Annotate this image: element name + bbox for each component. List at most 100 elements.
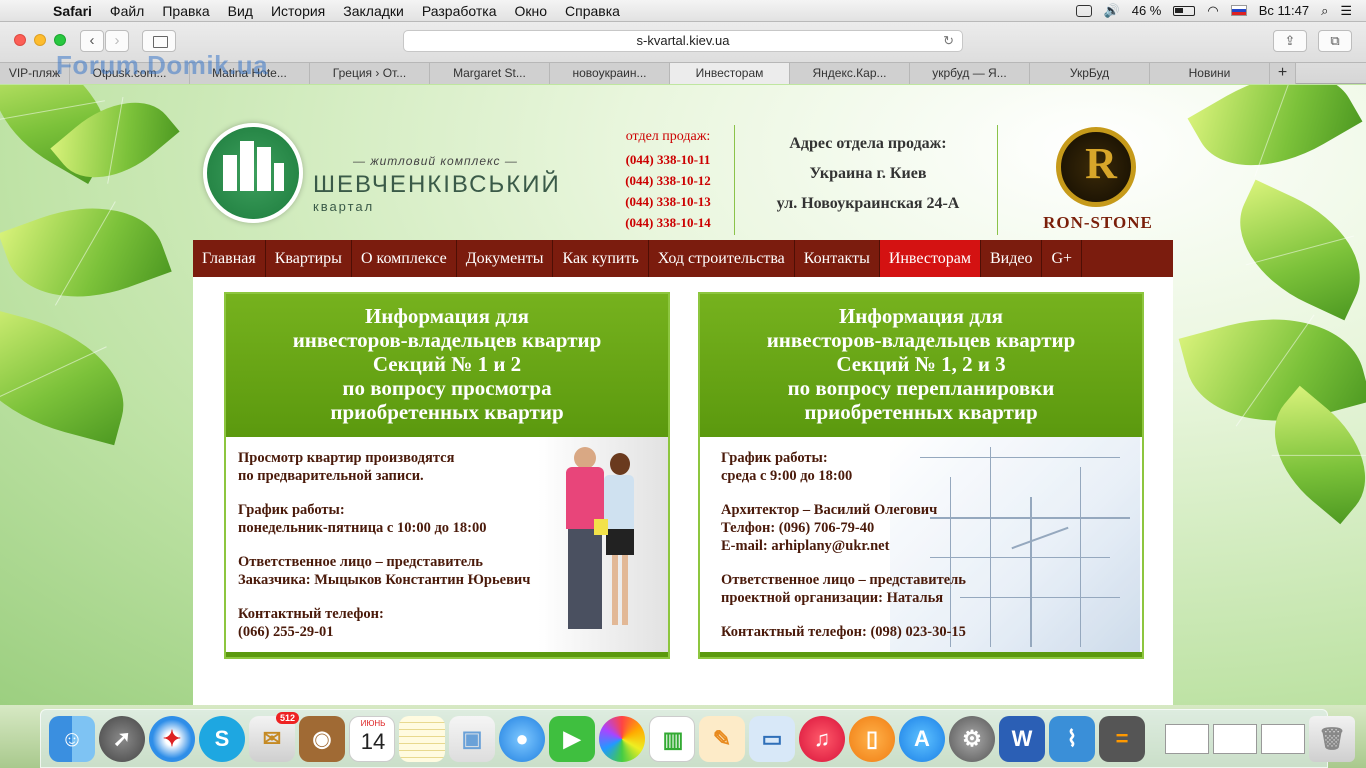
app-store-icon[interactable]: A bbox=[899, 715, 945, 762]
zoom-window-button[interactable] bbox=[54, 34, 66, 46]
dock: ☺ ➚ ✦ S ✉ 512 ◉ ИЮНЬ 14 ▣ ● ▶ ▥ ✎ ▭ ♫ ▯ A… bbox=[40, 709, 1355, 768]
site-logo-icon[interactable] bbox=[203, 123, 303, 223]
menu-bookmarks[interactable]: Закладки bbox=[334, 0, 413, 22]
tab-yandex-maps[interactable]: Яндекс.Кар... bbox=[790, 63, 910, 84]
preview-icon[interactable]: ▣ bbox=[449, 715, 495, 762]
launchpad-icon[interactable]: ➚ bbox=[99, 715, 145, 762]
menu-history[interactable]: История bbox=[262, 0, 334, 22]
back-button[interactable]: ‹ bbox=[80, 30, 104, 52]
sales-phone: (044) 338-10-12 bbox=[625, 173, 711, 188]
new-tab-button[interactable]: + bbox=[1270, 63, 1296, 84]
menu-develop[interactable]: Разработка bbox=[413, 0, 506, 22]
info-card-replanning: Информация для инвесторов-владельцев ква… bbox=[698, 292, 1144, 659]
close-window-button[interactable] bbox=[14, 34, 26, 46]
logo-title[interactable]: ШЕВЧЕНКІВСЬКИЙ bbox=[313, 171, 561, 199]
tab-matina[interactable]: Matina Hote... bbox=[190, 63, 310, 84]
nav-video[interactable]: Видео bbox=[981, 240, 1043, 277]
card-title-line: инвесторов-владельцев квартир bbox=[766, 328, 1076, 352]
menu-edit[interactable]: Правка bbox=[153, 0, 218, 22]
numbers-icon[interactable]: ▥ bbox=[649, 715, 695, 762]
screen-time-icon[interactable] bbox=[1075, 4, 1092, 17]
notification-center-icon[interactable]: ☰ bbox=[1340, 3, 1352, 19]
ibooks-icon[interactable]: ▯ bbox=[849, 715, 895, 762]
calendar-icon[interactable]: ИЮНЬ 14 bbox=[349, 715, 395, 762]
menu-file[interactable]: Файл bbox=[101, 0, 153, 22]
contact-phone: Контактный телефон: (066) 255-29-01 bbox=[238, 606, 384, 640]
nav-home[interactable]: Главная bbox=[193, 240, 266, 277]
messages-icon[interactable]: ● bbox=[499, 715, 545, 762]
contacts-icon[interactable]: ◉ bbox=[299, 715, 345, 762]
address-street: ул. Новоукраинская 24-А bbox=[776, 195, 960, 212]
finder-icon[interactable]: ☺ bbox=[49, 715, 95, 762]
wifi-icon[interactable]: ◠ bbox=[1207, 3, 1218, 19]
reload-icon[interactable]: ↻ bbox=[943, 31, 954, 51]
minimized-window-thumbnail[interactable] bbox=[1213, 723, 1257, 754]
share-button[interactable]: ⇪ bbox=[1273, 30, 1307, 52]
content-area: Информация для инвесторов-владельцев ква… bbox=[193, 277, 1173, 705]
nav-contacts[interactable]: Контакты bbox=[795, 240, 880, 277]
leaf-decoration bbox=[0, 182, 172, 323]
spotlight-search-icon[interactable]: ⌕ bbox=[1321, 3, 1328, 19]
tab-greece[interactable]: Греция › От... bbox=[310, 63, 430, 84]
minimize-window-button[interactable] bbox=[34, 34, 46, 46]
nav-how-to-buy[interactable]: Как купить bbox=[553, 240, 649, 277]
skype-icon[interactable]: S bbox=[199, 715, 245, 762]
menu-clock[interactable]: Вс 11:47 bbox=[1259, 3, 1309, 18]
menu-view[interactable]: Вид bbox=[219, 0, 262, 22]
input-source-flag-icon[interactable] bbox=[1230, 5, 1247, 16]
nav-investors[interactable]: Инвесторам bbox=[879, 240, 981, 277]
menu-app-name[interactable]: Safari bbox=[44, 0, 101, 22]
mail-icon[interactable]: ✉ 512 bbox=[249, 711, 299, 762]
itunes-icon[interactable]: ♫ bbox=[799, 715, 845, 762]
nav-apartments[interactable]: Квартиры bbox=[266, 240, 352, 277]
leaf-decoration bbox=[1217, 179, 1366, 321]
xcode-icon[interactable]: ⌇ bbox=[1049, 715, 1095, 762]
header-divider bbox=[997, 125, 998, 235]
nav-google-plus[interactable]: G+ bbox=[1042, 240, 1083, 277]
ron-stone-logo[interactable]: R RON-STONE bbox=[1031, 125, 1165, 235]
tab-margaret[interactable]: Margaret St... bbox=[430, 63, 550, 84]
photos-icon[interactable] bbox=[599, 715, 645, 762]
card-body: Просмотр квартир производятся по предвар… bbox=[226, 437, 668, 653]
facetime-icon[interactable]: ▶ bbox=[549, 715, 595, 762]
calculator-icon[interactable]: = bbox=[1099, 715, 1145, 762]
menu-bar: Safari Файл Правка Вид История Закладки … bbox=[0, 0, 1366, 22]
tab-ukrbud-search[interactable]: укрбуд — Я... bbox=[910, 63, 1030, 84]
notes-icon[interactable] bbox=[399, 715, 445, 762]
tab-novoukrainskaya[interactable]: новоукраин... bbox=[550, 63, 670, 84]
card-title-line: по вопросу просмотра bbox=[342, 376, 552, 400]
working-hours: График работы: понедельник-пятница с 10:… bbox=[238, 502, 487, 536]
nav-about[interactable]: О комплексе bbox=[352, 240, 457, 277]
mail-badge: 512 bbox=[275, 711, 299, 724]
sales-phone: (044) 338-10-11 bbox=[625, 152, 711, 167]
tab-investors[interactable]: Инвесторам bbox=[670, 63, 790, 84]
card-title-line: Информация для bbox=[838, 304, 1004, 328]
volume-icon[interactable]: 🔊 bbox=[1104, 3, 1120, 19]
tab-ukrbud[interactable]: УкрБуд bbox=[1030, 63, 1150, 84]
menu-window[interactable]: Окно bbox=[505, 0, 556, 22]
forward-button[interactable]: › bbox=[105, 30, 129, 52]
system-preferences-icon[interactable]: ⚙ bbox=[949, 715, 995, 762]
keynote-icon[interactable]: ▭ bbox=[749, 715, 795, 762]
card-title-line: приобретенных квартир bbox=[804, 400, 1038, 424]
pages-icon[interactable]: ✎ bbox=[699, 715, 745, 762]
trash-icon[interactable]: 🗑 bbox=[1309, 715, 1355, 762]
card-title: Информация для инвесторов-владельцев ква… bbox=[226, 294, 668, 437]
ron-stone-letter: R bbox=[1085, 139, 1117, 188]
architect-email[interactable]: E-mail: arhiplany@ukr.net bbox=[721, 538, 889, 554]
tab-news[interactable]: Новини bbox=[1150, 63, 1270, 84]
tab-overview-button[interactable]: ⧉ bbox=[1318, 30, 1352, 52]
sidebar-toggle-button[interactable] bbox=[142, 30, 176, 52]
minimized-window-thumbnail[interactable] bbox=[1261, 723, 1305, 754]
menu-help[interactable]: Справка bbox=[556, 0, 629, 22]
tab-vip[interactable]: VIP-пляж bbox=[0, 63, 70, 84]
nav-construction-progress[interactable]: Ход строительства bbox=[649, 240, 795, 277]
tab-otpusk[interactable]: Otpusk.com... bbox=[70, 63, 190, 84]
address-bar[interactable]: s-kvartal.kiev.ua ↻ bbox=[403, 30, 963, 52]
word-icon[interactable]: W bbox=[999, 715, 1045, 762]
nav-documents[interactable]: Документы bbox=[457, 240, 554, 277]
safari-icon[interactable]: ✦ bbox=[149, 715, 195, 762]
minimized-window-thumbnail[interactable] bbox=[1165, 723, 1209, 754]
battery-icon[interactable] bbox=[1173, 5, 1196, 16]
battery-percent[interactable]: 46 % bbox=[1132, 3, 1162, 18]
